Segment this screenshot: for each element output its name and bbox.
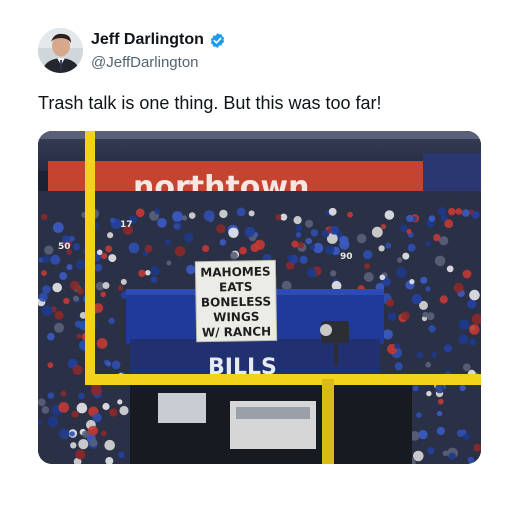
sign-line: MAHOMES <box>200 264 270 279</box>
sign-line: BONELESS <box>201 294 271 309</box>
author-row: Jeff Darlington <box>91 31 226 49</box>
stadium-photo: northtown BILLS MAHOMES EATS BONELESS WI… <box>38 131 481 464</box>
goal-crossbar <box>85 374 481 385</box>
jersey-number: 90 <box>340 252 353 262</box>
avatar[interactable] <box>38 28 83 73</box>
verified-badge-icon <box>209 32 226 49</box>
author-handle[interactable]: @JeffDarlington <box>91 54 199 71</box>
avatar-image <box>38 28 83 73</box>
jersey-number: 17 <box>120 220 133 230</box>
goal-post-left <box>85 131 95 383</box>
jersey-number: 50 <box>58 242 71 252</box>
author-name[interactable]: Jeff Darlington <box>91 31 204 49</box>
tweet-media-photo[interactable]: northtown BILLS MAHOMES EATS BONELESS WI… <box>38 131 481 464</box>
tweet-card: Jeff Darlington @JeffDarlington Trash ta… <box>0 0 512 511</box>
goal-post-support <box>322 379 334 464</box>
sign-line: WINGS <box>213 310 259 325</box>
sign-line: W/ RANCH <box>202 324 271 339</box>
fan-sign: MAHOMES EATS BONELESS WINGS W/ RANCH <box>194 259 278 343</box>
sign-line: EATS <box>219 280 253 295</box>
tweet-text: Trash talk is one thing. But this was to… <box>38 93 382 113</box>
